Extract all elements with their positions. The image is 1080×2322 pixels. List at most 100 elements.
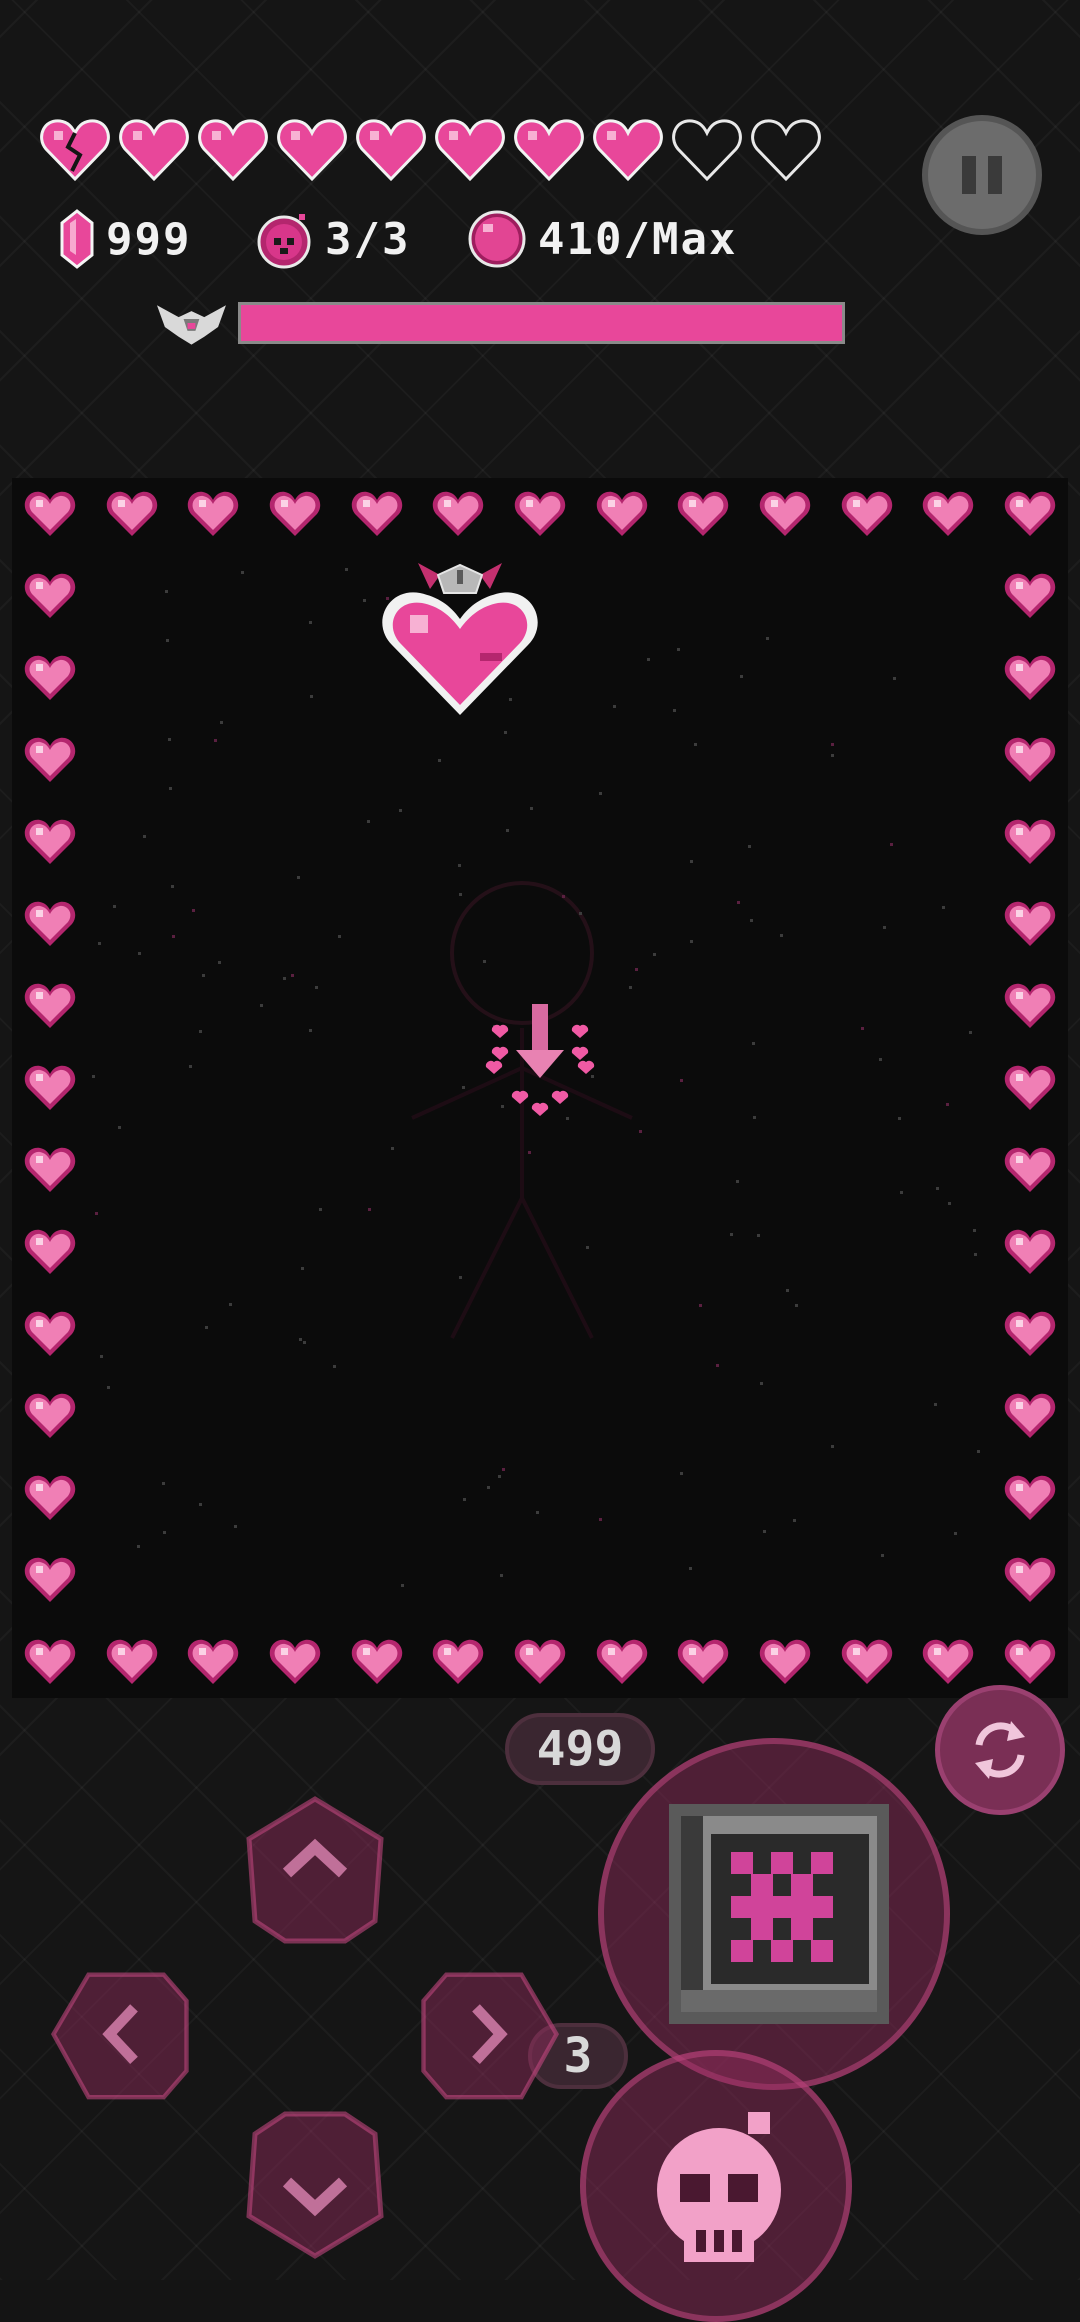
star-particle: [213, 739, 217, 743]
arena-border-heart: [923, 491, 974, 536]
arena-border-heart: [24, 1557, 76, 1602]
star-particle: [310, 694, 314, 698]
ghost-outline: [411, 881, 633, 1339]
star-particle: [599, 1518, 603, 1522]
star-particle: [680, 1078, 684, 1082]
heart-full-icon: [593, 119, 663, 182]
star-particle: [628, 985, 632, 989]
arena-border-heart: [1004, 1639, 1056, 1684]
star-particle: [301, 1266, 305, 1270]
arena-border-heart: [1004, 819, 1056, 864]
star-particle: [308, 621, 312, 625]
dpad-right-button[interactable]: [420, 1960, 560, 2110]
star-particle: [283, 977, 287, 981]
health-hearts: [40, 115, 840, 185]
arena-border-heart: [759, 491, 811, 536]
boss-health-bar: [237, 302, 845, 344]
star-particle: [315, 986, 319, 990]
star-particle: [92, 1074, 96, 1078]
star-particle: [737, 900, 741, 904]
star-particle: [171, 934, 175, 938]
arena-border-heart: [433, 1639, 484, 1684]
star-particle: [899, 1191, 903, 1195]
star-particle: [165, 639, 169, 643]
star-particle: [585, 1246, 589, 1250]
star-particle: [309, 1028, 313, 1032]
heart-full-icon: [198, 119, 268, 182]
star-particle: [882, 926, 886, 930]
star-particle: [344, 568, 348, 572]
star-particle: [113, 904, 117, 908]
star-particle: [679, 1472, 683, 1476]
star-particle: [463, 1497, 467, 1501]
bomb-button[interactable]: [580, 2050, 852, 2322]
arena-border-heart: [923, 1639, 974, 1684]
arena-border-heart: [188, 1639, 239, 1684]
star-particle: [98, 942, 102, 946]
skull-bomb-icon: [657, 2112, 781, 2262]
star-particle: [390, 1146, 394, 1150]
star-particle: [647, 657, 651, 661]
star-particle: [168, 786, 172, 790]
star-particle: [162, 1531, 166, 1535]
star-particle: [296, 875, 300, 879]
arena-border-heart: [1004, 1393, 1056, 1438]
arena-border-heart: [24, 1639, 76, 1684]
star-particle: [715, 1364, 719, 1368]
heart-empty-icon: [751, 119, 821, 182]
star-particle: [217, 960, 221, 964]
star-particle: [694, 743, 698, 747]
bomb-button-count: 3: [563, 2028, 593, 2084]
star-particle: [762, 1529, 766, 1533]
star-particle: [831, 1444, 835, 1448]
star-particle: [613, 705, 617, 709]
arena-border-heart: [596, 1639, 647, 1684]
star-particle: [779, 933, 783, 937]
arena-border-heart: [24, 1065, 76, 1110]
crystal-counter: 999: [58, 208, 191, 270]
swap-weapon-button[interactable]: [935, 1685, 1065, 1815]
arena-border-heart: [1004, 1557, 1056, 1602]
star-particle: [947, 1201, 951, 1205]
pause-button[interactable]: [922, 115, 1042, 235]
dpad-down-button[interactable]: [245, 2110, 385, 2260]
arena-border-heart: [24, 1475, 76, 1520]
arena-border-heart: [759, 1639, 811, 1684]
star-particle: [689, 860, 693, 864]
arena-border-heart: [269, 1639, 321, 1684]
star-particle: [319, 1207, 323, 1211]
star-particle: [332, 1365, 336, 1369]
star-particle: [638, 1129, 642, 1133]
star-particle: [260, 1004, 264, 1007]
star-particle: [106, 1385, 110, 1389]
star-particle: [337, 934, 341, 938]
star-particle: [653, 953, 657, 957]
dpad-left-button[interactable]: [50, 1960, 190, 2110]
arena-border-heart: [24, 655, 76, 700]
star-particle: [220, 720, 224, 724]
star-particle: [830, 753, 834, 757]
arena-border-heart: [678, 491, 729, 536]
star-particle: [739, 675, 743, 679]
star-particle: [881, 1553, 885, 1557]
star-particle: [736, 1179, 740, 1183]
weapon-button[interactable]: [598, 1738, 950, 2090]
star-particle: [95, 1212, 99, 1216]
arena-border-heart: [1004, 1311, 1056, 1356]
arena-border-heart: [24, 1147, 76, 1192]
arena-border-heart: [1004, 1147, 1056, 1192]
dpad-up-button[interactable]: [245, 1795, 385, 1945]
star-particle: [202, 973, 206, 977]
arena-border-heart: [269, 491, 321, 536]
arena-border-heart: [1004, 1475, 1056, 1520]
bomb-count: 3/3: [325, 213, 411, 265]
star-particle: [598, 792, 602, 795]
star-particle: [457, 863, 461, 867]
star-particle: [528, 1151, 532, 1155]
arena-border-heart: [1004, 901, 1056, 946]
star-particle: [142, 835, 146, 839]
arena-border-heart: [24, 983, 76, 1028]
orb-icon: [468, 210, 526, 268]
arena-border-heart: [433, 491, 484, 536]
arena-border-heart: [24, 737, 76, 782]
